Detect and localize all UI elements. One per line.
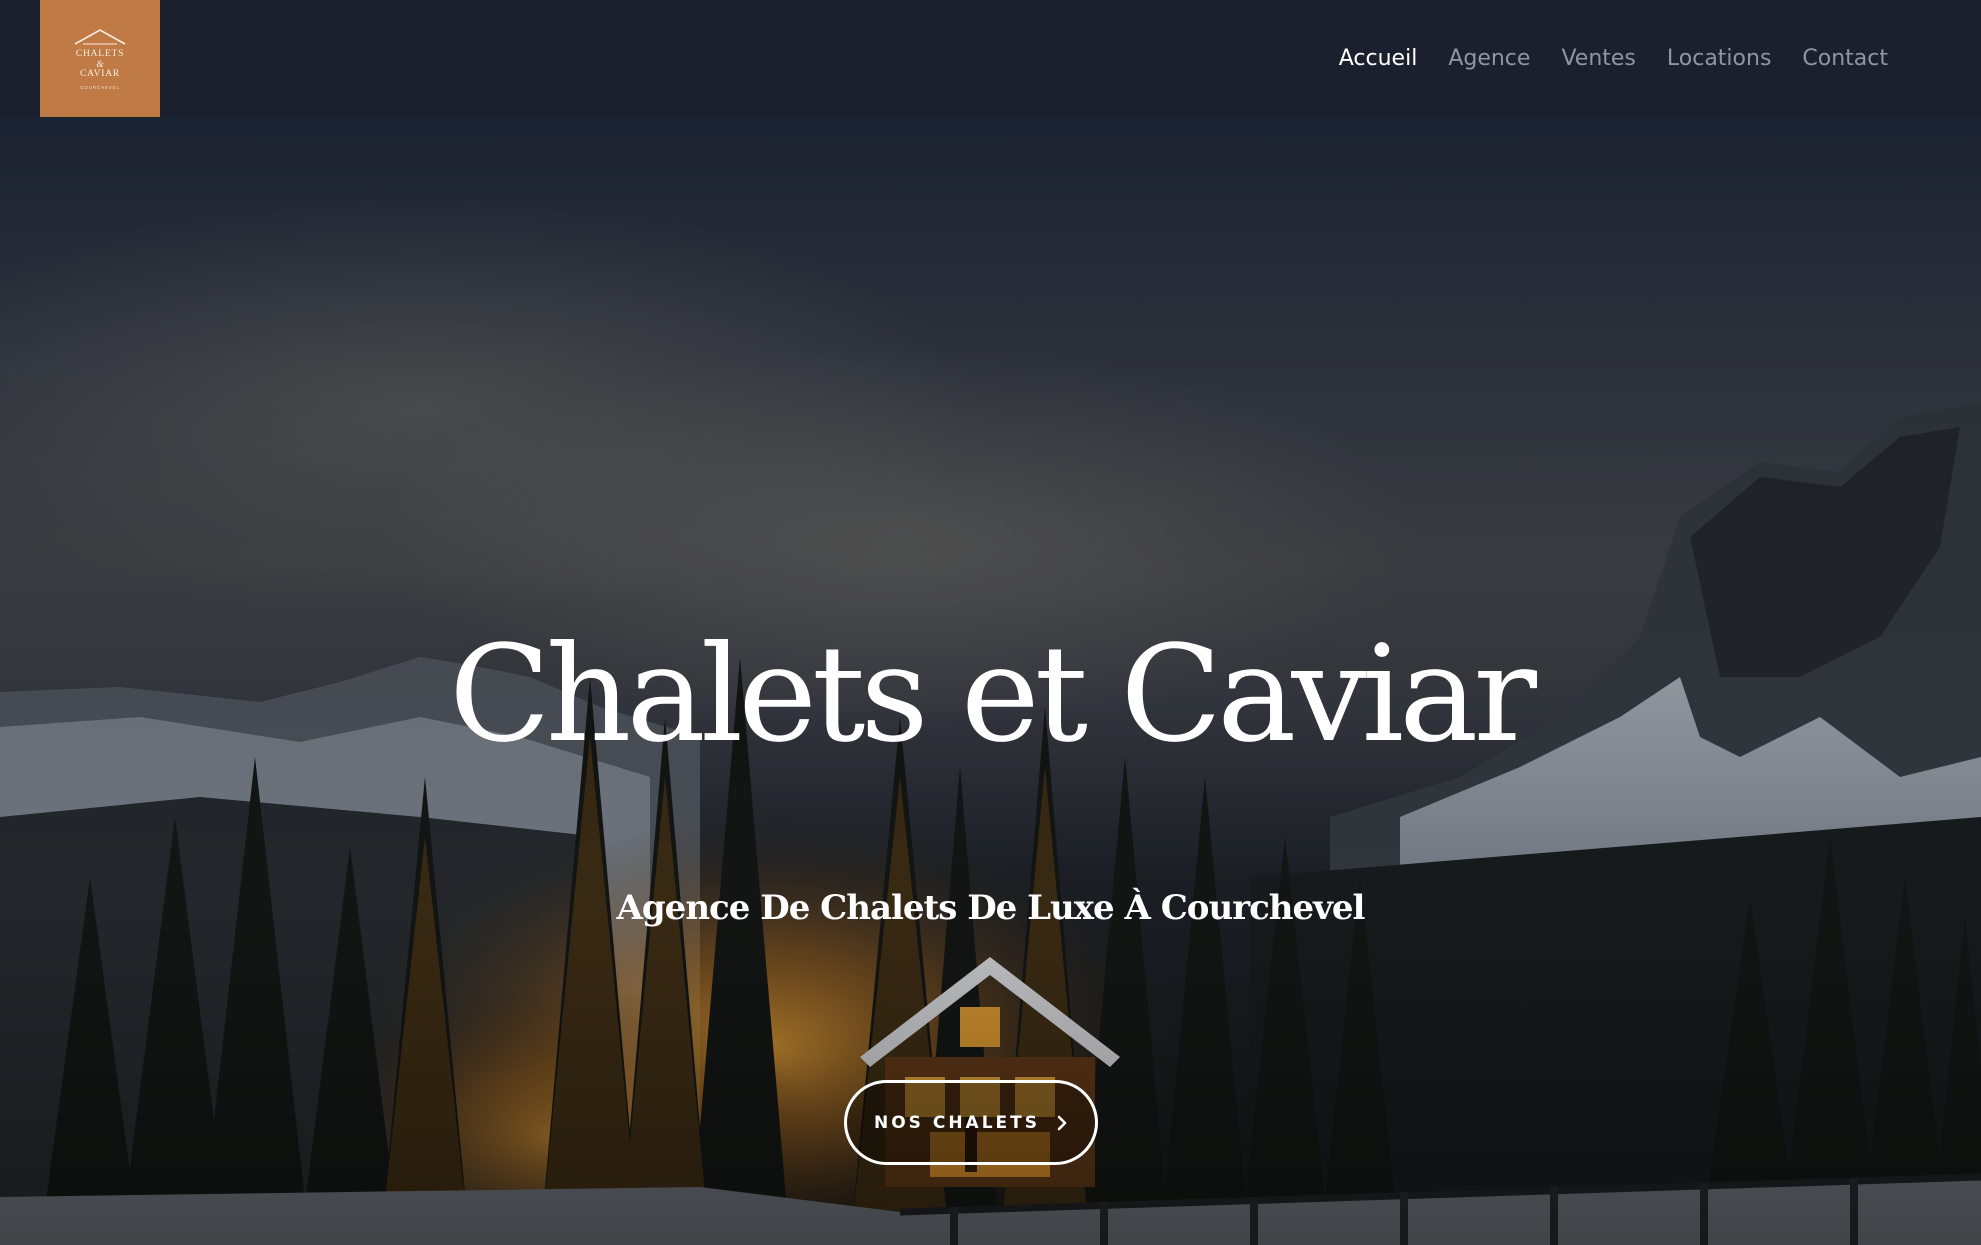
nav-item-locations[interactable]: Locations: [1667, 40, 1772, 78]
nos-chalets-button[interactable]: NOS CHALETS: [844, 1080, 1098, 1165]
logo-text-ampersand: &: [96, 59, 104, 69]
nav-item-agence[interactable]: Agence: [1448, 40, 1530, 78]
hero-title: Chalets et Caviar: [449, 618, 1537, 772]
hero-subtitle: Agence De Chalets De Luxe À Courchevel: [616, 888, 1366, 928]
navbar: CHALETS & CAVIAR COURCHEVEL Accueil Agen…: [0, 0, 1981, 117]
brand-logo[interactable]: CHALETS & CAVIAR COURCHEVEL: [40, 0, 160, 117]
nav-item-ventes[interactable]: Ventes: [1561, 40, 1635, 78]
hero-section: Chalets et Caviar Agence De Chalets De L…: [0, 117, 1981, 1245]
main-nav: Accueil Agence Ventes Locations Contact: [1339, 40, 1888, 78]
cta-label: NOS CHALETS: [874, 1112, 1040, 1133]
logo-text-caviar: CAVIAR: [80, 69, 120, 79]
nav-item-contact[interactable]: Contact: [1802, 40, 1888, 78]
chevron-right-icon: [1057, 1115, 1067, 1130]
roof-icon: [74, 29, 126, 45]
nav-item-accueil[interactable]: Accueil: [1339, 40, 1418, 78]
logo-text-courchevel: COURCHEVEL: [80, 85, 120, 90]
